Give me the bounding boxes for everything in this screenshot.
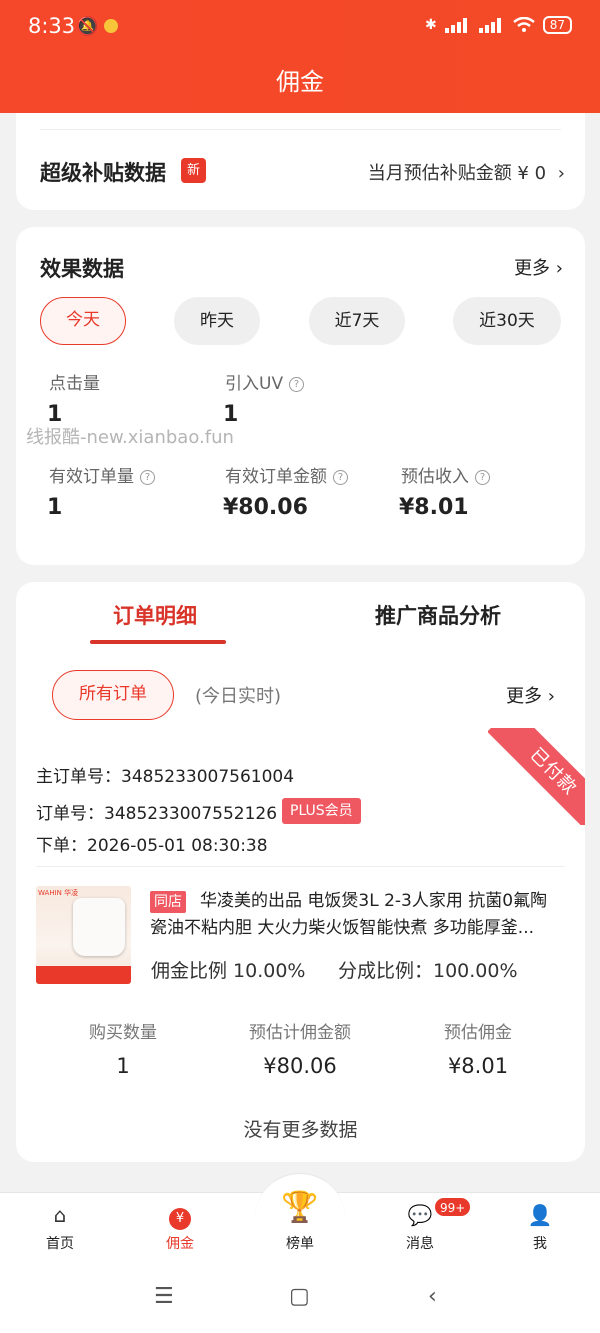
watermark: 线报酷-new.xianbao.fun [26,427,234,448]
range-today[interactable]: 今天 [40,297,126,345]
plus-member-badge: PLUS会员 [282,798,361,824]
orders-label: 有效订单量 [49,467,134,487]
help-icon[interactable]: ? [333,470,348,485]
battery-indicator: 87 [542,16,572,34]
user-icon: 👤 [527,1203,553,1227]
tab-label: 我 [533,1236,547,1252]
tab-home[interactable]: ⌂ 首页 [20,1201,100,1253]
status-time: 8:33 [28,14,76,38]
page-title: 佣金 [276,68,324,96]
tab-label: 首页 [46,1236,74,1252]
status-badge: 已付款 [488,728,585,825]
rice-cooker-image [73,898,125,956]
commission-rate: 佣金比例 10.00% [151,960,306,982]
effect-more-link[interactable]: 更多 › [514,254,563,280]
system-nav-bar: ☰ ▢ ‹ [0,1264,600,1333]
help-icon[interactable]: ? [289,377,305,392]
help-icon[interactable]: ? [475,470,490,485]
product-title[interactable]: 华凌美的出品 电饭煲3L 2-3人家用 抗菌0氟陶瓷油不粘内胆 大火力柴火饭智能… [150,888,562,942]
chevron-right-icon: › [557,163,565,184]
back-icon[interactable]: ‹ [428,1284,437,1309]
amount-label-row: 有效订单金额? [225,462,348,487]
new-badge: 新 [181,158,206,183]
range-selector: 今天 昨天 近7天 近30天 [40,297,561,345]
commission-value: ¥8.01 [447,1054,509,1078]
order-time: 下单：2026-05-01 08:30:38 [36,836,268,856]
status-icons: ✱ 87 [425,16,572,34]
effect-title: 效果数据 [40,257,124,281]
orders-label-row: 有效订单量? [49,462,155,487]
subsidy-title: 超级补贴数据 [40,161,166,185]
tab-commission[interactable]: ¥ 佣金 [140,1201,220,1253]
help-icon[interactable]: ? [140,470,155,485]
range-yesterday[interactable]: 昨天 [174,297,260,345]
more-label: 更多 [514,258,551,279]
orders-more-link[interactable]: 更多 › [506,682,555,708]
app-notification-icon [104,19,118,33]
store-tag: 同店 [150,891,186,913]
orders-value: 1 [47,495,63,520]
effect-card: 效果数据 更多 › 今天 昨天 近7天 近30天 点击量 1 引入UV? 1 有… [16,227,585,565]
orders-card: 订单明细 推广商品分析 所有订单 (今日实时) 更多 › 已付款 主订单号：34… [16,582,585,1162]
qty-label: 购买数量 [89,1023,157,1043]
promo-banner [36,966,131,984]
subsidy-summary: 当月预估补贴金额 ¥ 0 [367,163,547,184]
bell-muted-icon: 🔕 [76,16,99,37]
main-order-number: 主订单号：3485233007561004 [36,767,295,787]
share-rate: 分成比例：100.00% [338,960,518,982]
subsidy-summary-link[interactable]: 当月预估补贴金额 ¥ 0 › [368,159,565,185]
message-badge: 99+ [434,1197,472,1217]
clicks-label: 点击量 [49,374,100,394]
tab-label: 消息 [406,1236,434,1252]
more-label: 更多 [506,686,543,707]
uv-label-row: 引入UV? [225,369,305,394]
chevron-right-icon: › [555,258,563,279]
filter-all-orders[interactable]: 所有订单 [52,670,174,720]
signal-icon-2 [478,18,501,33]
uv-label: 引入UV [225,374,284,394]
income-label-row: 预估收入? [401,462,490,487]
commission-label: 预估佣金 [444,1023,512,1043]
menu-icon[interactable]: ☰ [154,1284,174,1309]
tab-order-details[interactable]: 订单明细 [113,600,197,630]
product-thumbnail[interactable]: WAHIN 华凌 [36,886,131,984]
tab-me[interactable]: 👤 我 [500,1201,580,1253]
divider [36,866,565,867]
top-bar: 8:33 🔕 ✱ 87 佣金 [0,0,600,113]
range-30-days[interactable]: 近30天 [453,297,561,345]
amount-label: 有效订单金额 [225,467,327,487]
signal-icon [444,18,467,33]
order-number: 订单号：3485233007552126 [36,804,278,824]
tab-label: 佣金 [166,1236,194,1252]
home-square-icon[interactable]: ▢ [289,1284,310,1309]
tab-product-analysis[interactable]: 推广商品分析 [375,600,501,630]
chevron-right-icon: › [547,686,555,707]
thumb-brand: WAHIN 华凌 [38,889,79,897]
amount-value: ¥80.06 [223,495,308,520]
no-more-data: 没有更多数据 [243,1119,358,1141]
base-amount-value: ¥80.06 [263,1054,337,1078]
divider [40,129,561,130]
income-label: 预估收入 [401,467,469,487]
trophy-icon: 🏆 [281,1190,319,1225]
tab-label: 榜单 [286,1236,314,1252]
filter-note: (今日实时) [195,686,282,707]
qty-value: 1 [116,1054,130,1078]
yen-icon: ¥ [140,1201,220,1230]
status-bar: 8:33 🔕 ✱ 87 [0,0,600,52]
bluetooth-icon: ✱ [424,17,437,33]
status-ribbon: 已付款 [488,728,585,825]
tab-underline [90,640,226,644]
subsidy-card[interactable]: 超级补贴数据 新 当月预估补贴金额 ¥ 0 › [16,113,585,210]
tab-rankings[interactable]: 🏆 榜单 [260,1187,340,1253]
base-amount-label: 预估计佣金额 [249,1023,351,1043]
wifi-icon [512,17,535,32]
range-7-days[interactable]: 近7天 [309,297,405,345]
bottom-tab-bar: ⌂ 首页 ¥ 佣金 🏆 榜单 💬 消息 99+ 👤 我 [0,1173,600,1264]
income-value: ¥8.01 [399,495,469,520]
home-icon: ⌂ [53,1203,67,1227]
